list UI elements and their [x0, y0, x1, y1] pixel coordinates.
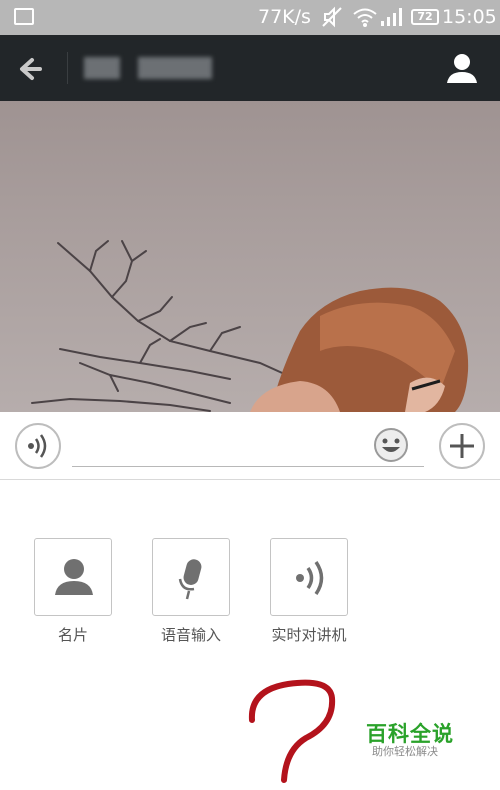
contact-card-icon: [55, 559, 93, 595]
more-actions-button[interactable]: [439, 423, 485, 469]
question-mark-annotation: [248, 679, 336, 783]
clock: 15:05: [442, 6, 497, 28]
profile-icon[interactable]: [440, 49, 484, 89]
battery-level: 72: [417, 10, 433, 23]
signal-icon: [381, 8, 402, 26]
image-icon: [14, 8, 34, 25]
voice-mode-button[interactable]: [15, 423, 61, 469]
photo-scene: [31, 240, 469, 412]
contact-card-button[interactable]: [34, 538, 112, 616]
wifi-icon: [353, 8, 377, 27]
contact-card-label: 名片: [57, 626, 88, 644]
message-input[interactable]: [72, 425, 424, 467]
battery-icon: 72: [411, 9, 439, 25]
chat-title-obscured: [84, 57, 212, 79]
microphone-icon: [178, 559, 202, 600]
chat-photo[interactable]: [0, 101, 500, 412]
message-input-bar: [0, 412, 500, 480]
mute-icon: [322, 6, 342, 28]
watermark-subtitle: 助你轻松解决: [372, 745, 438, 758]
voice-input-button[interactable]: [152, 538, 230, 616]
voice-input-label: 语音输入: [160, 626, 221, 644]
network-speed: 77K/s: [258, 6, 311, 28]
walkie-talkie-button[interactable]: [270, 538, 348, 616]
voice-icon: [28, 434, 47, 458]
emoji-icon[interactable]: [373, 427, 409, 463]
title-divider: [67, 52, 68, 84]
title-bar: [0, 35, 500, 101]
walkie-talkie-label: 实时对讲机: [271, 626, 347, 644]
status-bar: 77K/s 72 15:05: [0, 0, 500, 35]
back-arrow-icon[interactable]: [10, 49, 56, 89]
plus-icon: [450, 434, 474, 458]
walkie-talkie-icon: [296, 561, 324, 595]
